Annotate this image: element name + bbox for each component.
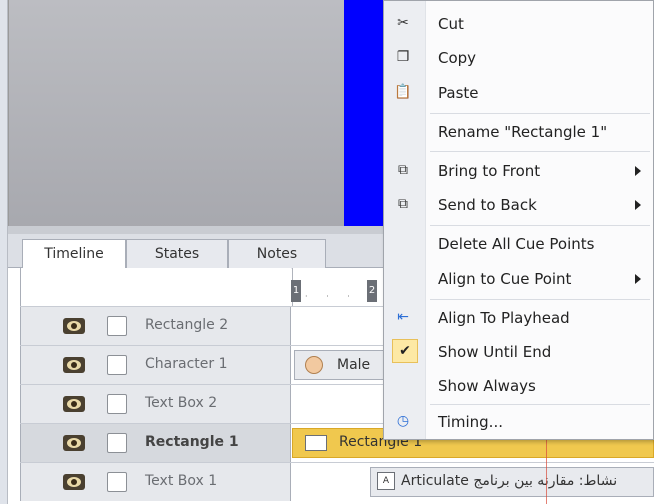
lock-checkbox[interactable] [107, 472, 127, 492]
menu-item-label: Delete All Cue Points [438, 235, 595, 253]
slide-stage[interactable] [8, 0, 398, 232]
lock-checkbox[interactable] [107, 316, 127, 336]
clock-icon: ◷ [396, 413, 410, 429]
stage-bottom-border [8, 226, 398, 234]
tab-notes[interactable]: Notes [228, 239, 326, 269]
ruler-marker-1: 1 [291, 280, 301, 302]
left-panel-edge [0, 0, 8, 504]
lock-checkbox[interactable] [107, 433, 127, 453]
context-menu: ✂ Cut ❐ Copy 📋 Paste Rename "Rectangle 1… [383, 0, 654, 440]
menu-item-send-to-back[interactable]: ⧉ Send to Back [384, 188, 654, 220]
menu-item-label: Align to Cue Point [438, 270, 572, 288]
copy-icon: ❐ [396, 49, 410, 65]
menu-item-label: Show Always [438, 377, 536, 395]
menu-item-cut[interactable]: ✂ Cut [384, 7, 654, 39]
bar-label: Male [337, 357, 371, 373]
menu-item-bring-to-front[interactable]: ⧉ Bring to Front [384, 154, 654, 186]
eye-icon[interactable] [63, 474, 85, 490]
send-to-back-icon: ⧉ [398, 196, 408, 212]
menu-item-align-playhead[interactable]: ⇤ Align To Playhead [384, 301, 654, 333]
timeline-row[interactable]: Text Box 1 A Articulate نشاط: مقارنه بین… [20, 462, 654, 501]
menu-item-label: Align To Playhead [438, 309, 570, 327]
menu-item-rename[interactable]: Rename "Rectangle 1" [384, 115, 654, 147]
scissors-icon: ✂ [397, 15, 409, 31]
submenu-arrow-icon [635, 166, 641, 176]
bring-to-front-icon: ⧉ [398, 162, 408, 178]
menu-separator [430, 151, 650, 152]
row-name[interactable]: Rectangle 2 [145, 317, 228, 333]
submenu-arrow-icon [635, 200, 641, 210]
row-name[interactable]: Text Box 1 [145, 473, 217, 489]
lock-checkbox[interactable] [107, 355, 127, 375]
menu-item-label: Rename "Rectangle 1" [438, 123, 608, 141]
row-controls: Text Box 1 [20, 463, 291, 501]
menu-item-label: Cut [438, 15, 464, 33]
row-name[interactable]: Text Box 2 [145, 395, 217, 411]
eye-icon[interactable] [63, 357, 85, 373]
row-track[interactable]: A Articulate نشاط: مقارنه بین برنامج [292, 463, 654, 501]
row-controls: Rectangle 1 [20, 424, 291, 462]
submenu-arrow-icon [635, 274, 641, 284]
menu-item-label: Show Until End [438, 343, 552, 361]
row-controls: Character 1 [20, 346, 291, 384]
tab-states[interactable]: States [126, 239, 228, 269]
menu-item-align-cue-point[interactable]: Align to Cue Point [384, 262, 654, 294]
menu-item-timing[interactable]: ◷ Timing... [384, 405, 654, 437]
eye-icon[interactable] [63, 435, 85, 451]
menu-item-show-until-end[interactable]: ✔ Show Until End [384, 335, 654, 367]
menu-item-paste[interactable]: 📋 Paste [384, 76, 654, 108]
menu-item-delete-cue-points[interactable]: Delete All Cue Points [384, 227, 654, 259]
align-left-arrow-icon: ⇤ [397, 309, 409, 325]
paste-icon: 📋 [394, 84, 412, 100]
row-name[interactable]: Character 1 [145, 356, 227, 372]
menu-item-label: Paste [438, 84, 479, 102]
bar-label: Articulate نشاط: مقارنه بین برنامج [401, 473, 618, 489]
timeline-header-left [20, 268, 291, 306]
slide-blue-shape[interactable] [344, 0, 384, 226]
row-controls: Rectangle 2 [20, 307, 291, 345]
text-box-icon: A [377, 472, 395, 490]
menu-item-copy[interactable]: ❐ Copy [384, 41, 654, 73]
menu-item-label: Send to Back [438, 196, 537, 214]
lock-checkbox[interactable] [107, 394, 127, 414]
menu-item-label: Timing... [438, 413, 503, 431]
rectangle-icon [305, 435, 327, 451]
row-controls: Text Box 2 [20, 385, 291, 423]
tab-timeline[interactable]: Timeline [22, 239, 126, 270]
menu-separator [430, 299, 650, 300]
menu-item-show-always[interactable]: Show Always [384, 369, 654, 401]
eye-icon[interactable] [63, 318, 85, 334]
ruler-marker-2: 2 [367, 280, 377, 302]
menu-item-label: Copy [438, 49, 477, 67]
timeline-bar[interactable]: A Articulate نشاط: مقارنه بین برنامج [370, 467, 654, 497]
menu-item-label: Bring to Front [438, 162, 541, 180]
eye-icon[interactable] [63, 396, 85, 412]
menu-separator [430, 225, 650, 226]
checkmark-icon: ✔ [392, 339, 418, 363]
menu-separator [430, 113, 650, 114]
row-name[interactable]: Rectangle 1 [145, 434, 239, 450]
character-icon [305, 356, 323, 374]
